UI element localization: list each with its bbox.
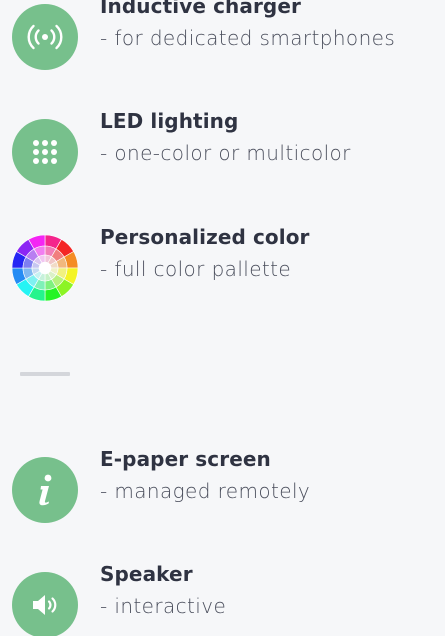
feature-inductive-charger: Inductive charger - for dedicated smartp… (12, 0, 445, 74)
feature-e-paper-screen: E-paper screen - managed remotely (12, 447, 445, 527)
feature-title: Personalized color (100, 225, 310, 249)
feature-title: Speaker (100, 562, 193, 586)
feature-subtitle: - full color pallette (100, 257, 292, 281)
info-icon (12, 457, 78, 523)
feature-title: Inductive charger (100, 0, 301, 18)
feature-led-lighting: LED lighting - one-color or multicolor (12, 109, 445, 189)
feature-speaker: Speaker - interactive (12, 562, 445, 636)
feature-personalized-color: Personalized color - full color pallette (12, 225, 445, 305)
color-wheel-center (39, 262, 51, 274)
feature-title: LED lighting (100, 109, 239, 133)
wireless-signal-icon (12, 4, 78, 70)
color-wheel-icon (12, 235, 78, 301)
led-grid-icon (12, 119, 78, 185)
feature-subtitle: - interactive (100, 594, 227, 618)
section-divider (20, 372, 70, 376)
feature-subtitle: - for dedicated smartphones (100, 26, 396, 50)
feature-title: E-paper screen (100, 447, 271, 471)
feature-subtitle: - one-color or multicolor (100, 141, 351, 165)
feature-subtitle: - managed remotely (100, 479, 311, 503)
speaker-icon (12, 572, 78, 636)
